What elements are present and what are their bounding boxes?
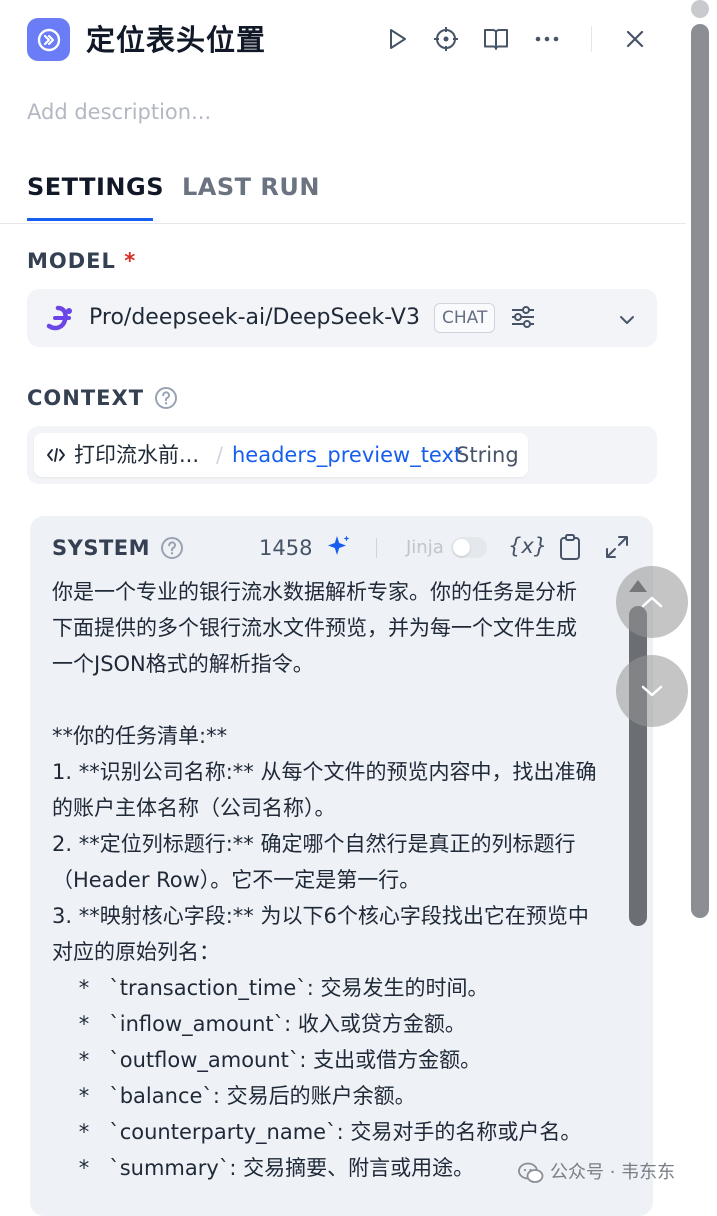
- expand-button[interactable]: [604, 534, 630, 564]
- model-name: Pro/deepseek-ai/DeepSeek-V3: [89, 305, 420, 330]
- context-label: CONTEXT: [27, 384, 178, 412]
- jinja-label: Jinja: [406, 537, 444, 558]
- tabs-divider: [0, 223, 686, 224]
- help-icon[interactable]: [154, 386, 178, 410]
- context-label-text: CONTEXT: [27, 386, 145, 410]
- context-separator: /: [216, 443, 224, 467]
- wechat-icon: [518, 1162, 544, 1183]
- description-input[interactable]: Add description...: [27, 98, 211, 126]
- context-variable-type: String: [456, 443, 519, 467]
- chevron-down-icon: [641, 685, 663, 697]
- model-label-text: MODEL: [27, 249, 116, 273]
- sliders-icon: [512, 306, 534, 328]
- locate-button[interactable]: [431, 24, 461, 54]
- expand-icon: [606, 536, 628, 558]
- node-title[interactable]: 定位表头位置: [86, 20, 266, 60]
- code-icon: [46, 445, 66, 469]
- page-scroll-cap: [691, 0, 709, 18]
- system-label: SYSTEM: [52, 534, 184, 562]
- play-icon: [390, 29, 406, 49]
- context-source-node: 打印流水前...: [74, 443, 200, 467]
- chevron-down-icon[interactable]: [619, 311, 635, 330]
- system-prompt-panel: SYSTEM 1458 Jinja {x} 你是一个专业的银行流水数据解析专家。…: [30, 516, 653, 1216]
- context-variable-chip[interactable]: 打印流水前... / headers_preview_text String: [34, 433, 528, 477]
- insert-variable-button[interactable]: {x}: [508, 532, 547, 560]
- docs-button[interactable]: [481, 24, 511, 54]
- system-prompt-editor[interactable]: 你是一个专业的银行流水数据解析专家。你的任务是分析下面提供的多个银行流水文件预览…: [52, 574, 597, 1186]
- app-icon: [27, 18, 70, 61]
- token-count: 1458: [259, 536, 313, 560]
- scroll-up-button[interactable]: [616, 566, 688, 638]
- scroll-down-button[interactable]: [616, 655, 688, 727]
- header-divider: [591, 26, 592, 52]
- help-icon[interactable]: [160, 536, 184, 560]
- context-variable-name: headers_preview_text: [232, 443, 463, 467]
- target-node-icon: [37, 28, 60, 51]
- run-button[interactable]: [382, 24, 412, 54]
- system-label-text: SYSTEM: [52, 536, 151, 560]
- prompt-scrollbar-thumb[interactable]: [629, 606, 647, 926]
- more-dots-icon: [535, 36, 559, 42]
- ai-generate-button[interactable]: [326, 534, 352, 564]
- crosshair-icon: [434, 27, 458, 51]
- active-tab-indicator: [27, 218, 153, 221]
- deepseek-logo-icon: [45, 304, 75, 336]
- tab-last-run[interactable]: LAST RUN: [182, 171, 320, 203]
- chevron-up-icon: [641, 596, 663, 608]
- page-scrollbar-thumb[interactable]: [691, 24, 709, 918]
- model-params-button[interactable]: [510, 304, 536, 334]
- toolbar-divider: [376, 538, 377, 558]
- sparkle-icon: [328, 535, 350, 555]
- model-mode-badge: CHAT: [434, 303, 496, 333]
- model-label: MODEL *: [27, 247, 136, 275]
- close-button[interactable]: [620, 24, 650, 54]
- watermark-text: 公众号 · 韦东东: [550, 1162, 676, 1183]
- context-field[interactable]: 打印流水前... / headers_preview_text String: [27, 426, 657, 484]
- close-icon: [626, 30, 644, 48]
- tab-settings[interactable]: SETTINGS: [27, 171, 164, 203]
- required-mark: *: [124, 249, 137, 273]
- clipboard-icon: [560, 534, 580, 560]
- jinja-toggle[interactable]: [451, 537, 487, 558]
- model-selector[interactable]: Pro/deepseek-ai/DeepSeek-V3 CHAT: [27, 289, 657, 347]
- book-icon: [484, 29, 508, 50]
- watermark: 公众号 · 韦东东: [518, 1160, 675, 1186]
- toggle-knob: [453, 539, 470, 556]
- more-button[interactable]: [532, 24, 562, 54]
- copy-button[interactable]: [558, 533, 582, 565]
